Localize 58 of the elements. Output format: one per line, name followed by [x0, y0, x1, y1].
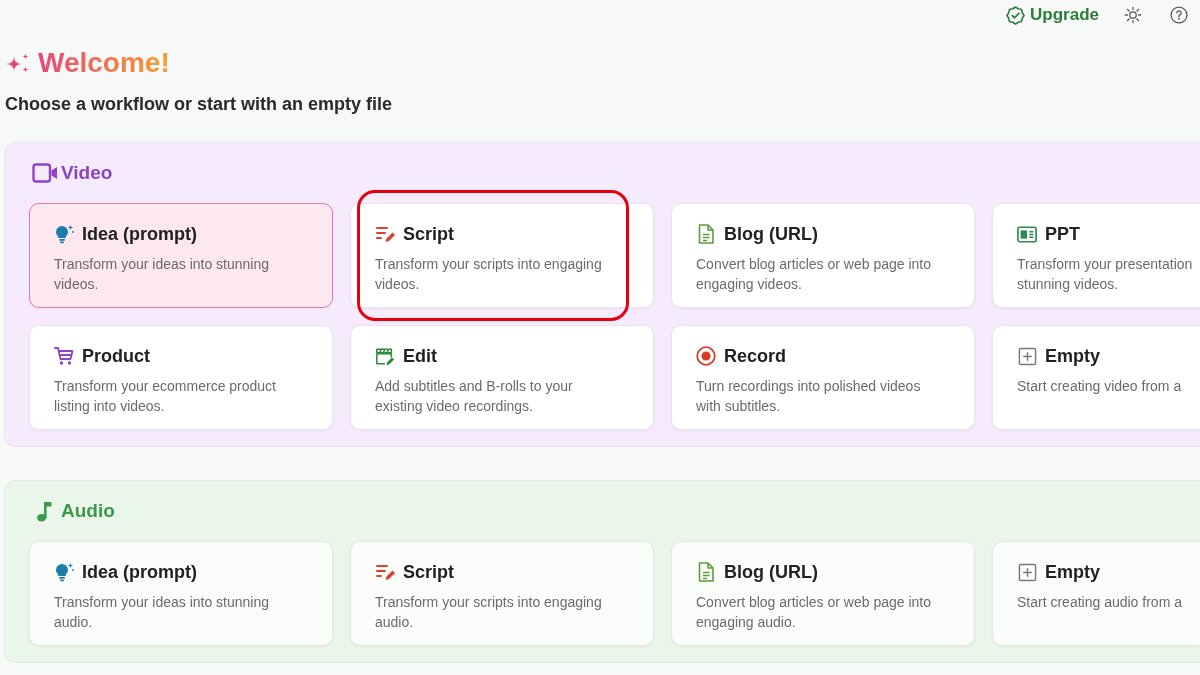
workflow-card[interactable]: Edit Add subtitles and B-rolls to your existing video recordings. [350, 325, 654, 430]
workflow-card[interactable]: Empty Start creating video from a [992, 325, 1200, 430]
document-icon [697, 224, 715, 244]
workflow-card[interactable]: Script Transform your scripts into engaging videos. [350, 203, 654, 308]
workflow-card[interactable]: Empty Start creating audio from a [992, 541, 1200, 646]
card-description: Convert blog articles or web page into engaging audio. [696, 593, 933, 632]
workflow-card[interactable]: PPT Transform your presentation stunning videos. [992, 203, 1200, 308]
help-icon[interactable] [1170, 6, 1188, 24]
workflow-card[interactable]: Script Transform your scripts into engaging audio. [350, 541, 654, 646]
section-title: Video [61, 161, 113, 185]
card-description: Transform your ideas into stunning videos. [54, 255, 271, 294]
badge-check-icon [1006, 5, 1026, 25]
card-description: Start creating video from a [1017, 377, 1183, 396]
card-title: Edit [403, 345, 437, 368]
section-title: Audio [61, 499, 115, 523]
workflow-card[interactable]: Blog (URL) Convert blog articles or web page into engaging audio. [671, 541, 975, 646]
card-description: Add subtitles and B-rolls to your existing video recordings. [375, 377, 574, 416]
card-title: Idea (prompt) [82, 561, 197, 584]
card-title: PPT [1045, 223, 1080, 246]
card-description: Start creating audio from a [1017, 593, 1183, 612]
card-description: Transform your presentation stunning videos. [1017, 255, 1194, 294]
card-description: Transform your ecommerce product listing into videos. [54, 377, 277, 416]
card-title: Script [403, 223, 454, 246]
card-title: Script [403, 561, 454, 584]
workflow-card[interactable]: Product Transform your ecommerce product listing into videos. [29, 325, 333, 430]
card-title: Empty [1045, 345, 1100, 368]
sun-icon[interactable] [1124, 6, 1142, 24]
clapperboard-icon [375, 346, 395, 366]
card-title: Blog (URL) [724, 561, 818, 584]
record-icon [696, 346, 716, 366]
music-note-icon [36, 500, 52, 522]
workflow-card[interactable]: Idea (prompt) Transform your ideas into stunning videos. [29, 203, 333, 308]
card-description: Transform your ideas into stunning audio. [54, 593, 271, 632]
lightbulb-icon [54, 224, 74, 244]
plus-square-icon [1017, 346, 1037, 366]
text-edit-icon [375, 224, 395, 244]
lightbulb-icon [54, 562, 74, 582]
card-title: Idea (prompt) [82, 223, 197, 246]
slide-icon [1017, 225, 1037, 243]
video-camera-icon [31, 163, 57, 183]
card-title: Record [724, 345, 786, 368]
card-description: Transform your scripts into engaging videos. [375, 255, 603, 294]
workflow-card[interactable]: Idea (prompt) Transform your ideas into stunning audio. [29, 541, 333, 646]
sparkle-icon [6, 52, 29, 74]
page-subtitle: Choose a workflow or start with an empty file [5, 93, 393, 116]
text-edit-icon [375, 562, 395, 582]
card-description: Transform your scripts into engaging audio. [375, 593, 603, 632]
card-description: Turn recordings into polished videos with subtitles. [696, 377, 922, 416]
plus-square-icon [1017, 562, 1037, 582]
upgrade-button[interactable]: Upgrade [1006, 4, 1099, 26]
workflow-card[interactable]: Blog (URL) Convert blog articles or web page into engaging videos. [671, 203, 975, 308]
document-icon [697, 562, 715, 582]
card-title: Blog (URL) [724, 223, 818, 246]
card-description: Convert blog articles or web page into engaging videos. [696, 255, 933, 294]
card-title: Empty [1045, 561, 1100, 584]
workflow-card[interactable]: Record Turn recordings into polished videos with subtitles. [671, 325, 975, 430]
card-title: Product [82, 345, 150, 368]
cart-icon [54, 346, 74, 366]
